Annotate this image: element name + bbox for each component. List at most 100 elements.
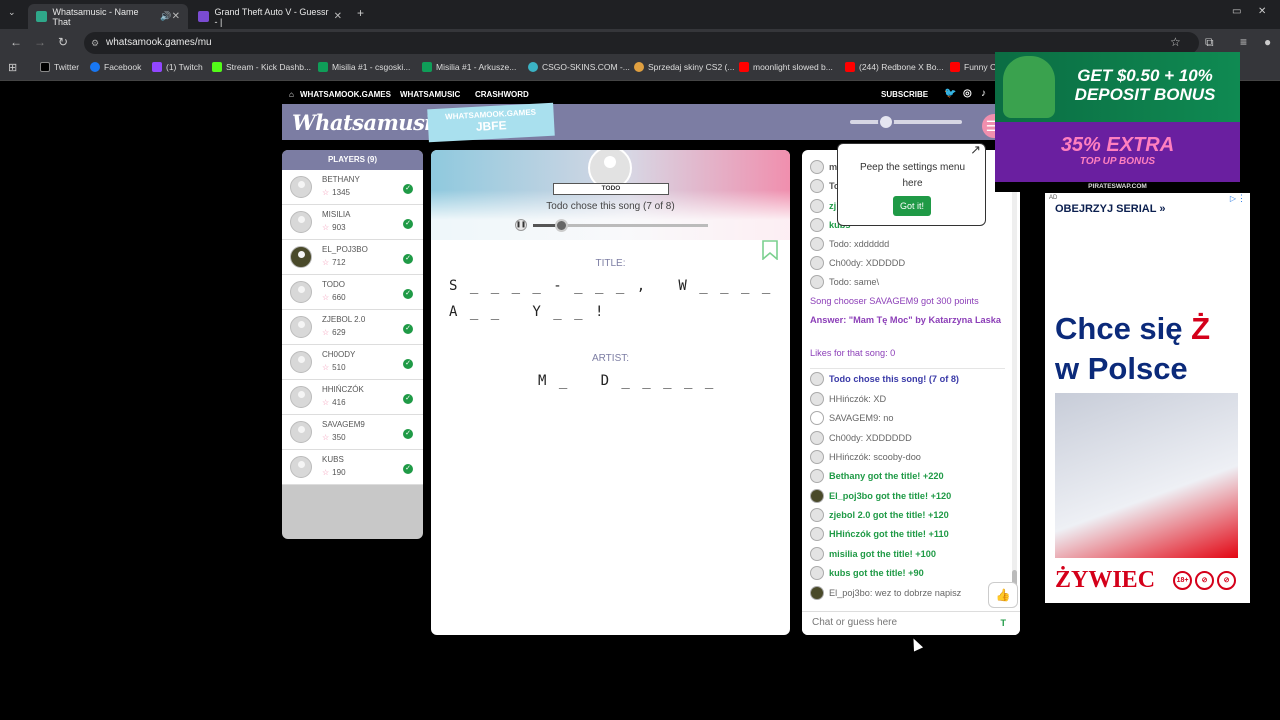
media-icon[interactable]: ≡ [1240, 35, 1247, 49]
bookmark-icon[interactable] [762, 240, 778, 260]
nav-whatsamusic[interactable]: WHATSAMUSIC [400, 90, 460, 99]
sheets-icon [318, 62, 328, 72]
title-hint-line-1: S _ _ _ _ - _ _ _ , W _ _ _ _ [449, 278, 773, 294]
new-tab-icon[interactable]: + [357, 6, 364, 20]
tiktok-icon[interactable]: ♪ [981, 88, 986, 99]
chat-scrollbar[interactable] [1012, 160, 1017, 600]
star-icon: ☆ [322, 293, 330, 302]
nav-whatsamook-games[interactable]: WHATSAMOOK.GAMES [300, 90, 391, 99]
tab-gta-guessr[interactable]: Grand Theft Auto V - Guessr - | ✕ [190, 4, 350, 29]
minimize-icon[interactable]: ▭ [1232, 6, 1241, 17]
player-row[interactable]: KUBS ☆ 190 ✓ [282, 450, 423, 485]
home-icon[interactable]: ⌂ [289, 90, 294, 99]
star-icon: ☆ [322, 223, 330, 232]
tooltip-line: here [902, 178, 923, 189]
avatar [290, 351, 312, 373]
site-logo[interactable]: Whatsamusic [292, 110, 445, 135]
got-it-button[interactable]: Got it! [893, 196, 931, 216]
player-row[interactable]: MISILIA ☆ 903 ✓ [282, 205, 423, 240]
facebook-icon [90, 62, 100, 72]
ad-close-icon[interactable]: ⋮ [1237, 193, 1246, 204]
profile-icon[interactable]: ● [1264, 35, 1271, 49]
avatar [810, 372, 824, 386]
bookmark-youtube-1[interactable]: moonlight slowed b... [739, 62, 833, 72]
song-progress-knob[interactable] [555, 219, 568, 232]
forward-icon[interactable]: → [34, 35, 46, 49]
points-value: 903 [332, 223, 346, 232]
player-row[interactable]: BETHANY ☆ 1345 ✓ [282, 170, 423, 205]
bookmark-twitter[interactable]: Twitter [40, 62, 79, 72]
ad-warning-badges: 18+ ⊘ ⊘ [1173, 571, 1236, 590]
avatar [810, 218, 824, 232]
chat-message-partial: To [810, 179, 840, 193]
translate-hint-icon: T [1000, 618, 1007, 628]
tab-whatsamusic[interactable]: Whatsamusic - Name That 🔊 ✕ [28, 4, 188, 29]
url-field[interactable]: ⚙ whatsamook.games/mu [84, 32, 1199, 54]
chat-text: Ch00dy: XDDDDDD [829, 433, 912, 443]
room-code-badge[interactable]: WHATSAMOOK.GAMES JBFE [427, 102, 555, 143]
window-close-icon[interactable]: ✕ [1258, 6, 1266, 17]
mouse-cursor-icon [908, 636, 924, 652]
ad-caption: OBEJRZYJ SERIAL » [1055, 203, 1166, 215]
bookmark-star-icon[interactable]: ☆ [1170, 35, 1181, 49]
player-row[interactable]: EL_POJ3BO ☆ 712 ✓ [282, 240, 423, 275]
players-header: PLAYERS (9) [282, 150, 423, 170]
system-message-points: Song chooser SAVAGEM9 got 300 points [810, 296, 979, 306]
player-row[interactable]: TODO ☆ 660 ✓ [282, 275, 423, 310]
player-row[interactable]: CH0ODY ☆ 510 ✓ [282, 345, 423, 380]
zywiec-ad[interactable]: AD ▷ ⋮ OBEJRZYJ SERIAL » Chce się Ż w Po… [1045, 193, 1250, 603]
bookmark-sheets-2[interactable]: Misilia #1 - Arkusze... [422, 62, 516, 72]
bookmark-sprzedaj[interactable]: Sprzedaj skiny CS2 (... [634, 62, 734, 72]
player-row[interactable]: SAVAGEM9 ☆ 350 ✓ [282, 415, 423, 450]
apps-grid-icon[interactable]: ⊞ [8, 61, 17, 74]
ad-text: Ż [1191, 311, 1211, 346]
ad-choices-icon[interactable]: ▷ [1230, 194, 1236, 203]
extensions-icon[interactable]: ⧉ [1205, 35, 1214, 50]
chat-input-placeholder: Chat or guess here [812, 617, 898, 628]
twitter-icon[interactable]: 🐦 [944, 88, 956, 99]
avatar [810, 508, 824, 522]
close-tab-icon[interactable]: ✕ [334, 11, 342, 22]
chat-message: Ch00dy: XDDDDD [810, 256, 905, 270]
volume-knob[interactable] [878, 114, 894, 130]
avatar [290, 421, 312, 443]
x-icon [40, 62, 50, 72]
pause-icon[interactable]: ❚❚ [515, 219, 527, 231]
volume-slider[interactable] [850, 114, 962, 130]
points-value: 510 [332, 363, 346, 372]
like-song-button[interactable]: 👍 [988, 582, 1018, 608]
nav-crashword[interactable]: CRASHWORD [475, 90, 529, 99]
system-message-answer: Answer: "Mam Tę Moc" by Katarzyna Laska [810, 315, 1001, 325]
settings-tooltip: ↗ Peep the settings menu here Got it! [837, 142, 986, 226]
avatar [810, 566, 824, 580]
youtube-icon [739, 62, 749, 72]
bookmark-sheets-1[interactable]: Misilia #1 - csgoski... [318, 62, 410, 72]
back-icon[interactable]: ← [10, 35, 22, 49]
instagram-icon[interactable]: ◎ [963, 88, 972, 99]
pirateswap-ad[interactable]: GET $0.50 + 10% DEPOSIT BONUS 35% EXTRA … [995, 52, 1240, 192]
bookmark-facebook[interactable]: Facebook [90, 62, 141, 72]
player-row[interactable]: ZJEBOL 2.0 ☆ 629 ✓ [282, 310, 423, 345]
close-tab-icon[interactable]: ✕ [172, 11, 180, 22]
header-fade [431, 190, 790, 240]
chat-input[interactable]: Chat or guess here T [802, 611, 1020, 635]
chat-message-correct: misilia got the title! +100 [810, 547, 936, 561]
system-message-likes: Likes for that song: 0 [810, 348, 896, 358]
no-driving-icon: ⊘ [1217, 571, 1236, 590]
avatar [810, 179, 824, 193]
bookmark-youtube-3[interactable]: Funny Ch [950, 62, 1001, 72]
site-info-icon[interactable]: ⚙ [91, 32, 99, 54]
bookmark-csgo-skins[interactable]: CSGO-SKINS.COM -... [528, 62, 630, 72]
bookmark-youtube-2[interactable]: (244) Redbone X Bo... [845, 62, 944, 72]
tab-list-icon[interactable]: ⌄ [8, 7, 16, 18]
player-points: ☆ 350 [322, 433, 346, 442]
bookmark-twitch[interactable]: (1) Twitch [152, 62, 203, 72]
reload-icon[interactable]: ↻ [58, 35, 68, 49]
site-nav: ⌂ WHATSAMOOK.GAMES WHATSAMUSIC CRASHWORD… [282, 86, 1002, 104]
tab-title: Whatsamusic - Name That [52, 6, 139, 27]
player-row[interactable]: HHIŃCZÓK ☆ 416 ✓ [282, 380, 423, 415]
bookmark-kick[interactable]: Stream - Kick Dashb... [212, 62, 311, 72]
chat-text: HHińczók: XD [829, 394, 887, 404]
star-icon: ☆ [322, 188, 330, 197]
subscribe-link[interactable]: SUBSCRIBE [881, 90, 928, 99]
